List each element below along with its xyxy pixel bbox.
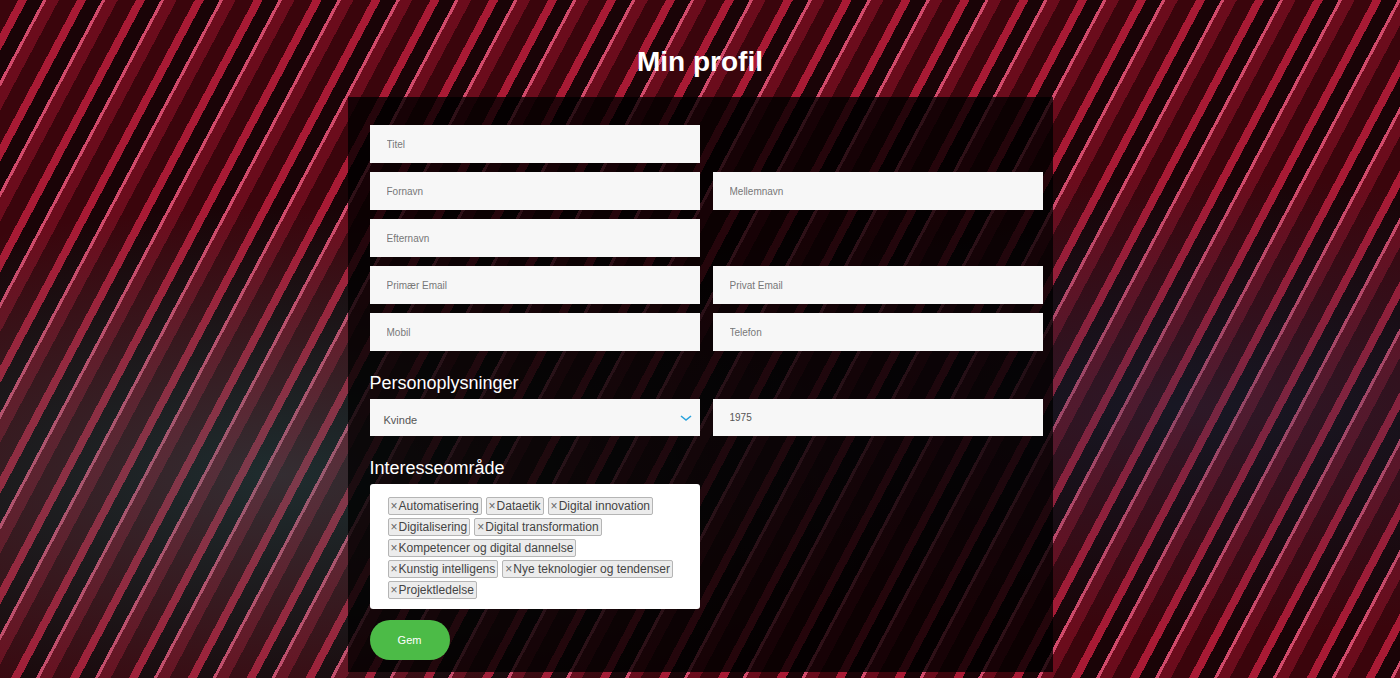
chevron-down-icon	[680, 414, 692, 422]
interest-tag: ×Nye teknologier og tendenser	[502, 560, 673, 578]
text-field[interactable]	[370, 125, 700, 163]
text-field[interactable]	[370, 313, 700, 351]
remove-tag-button[interactable]: ×	[505, 562, 512, 576]
interest-tag: ×Automatisering	[388, 497, 482, 515]
remove-tag-button[interactable]: ×	[391, 499, 398, 513]
personal-heading: Personoplysninger	[370, 372, 1031, 394]
gender-select[interactable]: Kvinde	[370, 399, 700, 436]
interest-tag: ×Kompetencer og digital dannelse	[388, 539, 577, 557]
remove-tag-button[interactable]: ×	[391, 562, 398, 576]
interest-tag: ×Digital transformation	[474, 518, 601, 536]
profile-form: PersonoplysningerKvindeInteresseområde×A…	[348, 97, 1053, 672]
field-row	[370, 172, 1031, 210]
tag-label: Digital transformation	[485, 520, 598, 534]
tag-label: Projektledelse	[399, 583, 474, 597]
remove-tag-button[interactable]: ×	[477, 520, 484, 534]
tag-label: Digital innovation	[559, 499, 650, 513]
tag-label: Kompetencer og digital dannelse	[399, 541, 574, 555]
interests-heading: Interesseområde	[370, 457, 1031, 479]
interests-box[interactable]: ×Automatisering×Dataetik×Digital innovat…	[370, 484, 700, 609]
text-field[interactable]	[713, 266, 1043, 304]
tag-label: Digitalisering	[399, 520, 468, 534]
field-row	[370, 266, 1031, 304]
tag-label: Dataetik	[497, 499, 541, 513]
remove-tag-button[interactable]: ×	[489, 499, 496, 513]
interest-tag: ×Digitalisering	[388, 518, 471, 536]
interest-tag: ×Kunstig intelligens	[388, 560, 499, 578]
text-field[interactable]	[713, 313, 1043, 351]
interest-tag: ×Digital innovation	[548, 497, 653, 515]
page-title: Min profil	[0, 44, 1400, 80]
tag-label: Kunstig intelligens	[399, 562, 496, 576]
interest-tag: ×Dataetik	[486, 497, 544, 515]
text-field[interactable]	[370, 266, 700, 304]
gender-value: Kvinde	[384, 410, 418, 426]
remove-tag-button[interactable]: ×	[391, 520, 398, 534]
tag-label: Automatisering	[399, 499, 479, 513]
birth-year-field[interactable]	[713, 399, 1043, 436]
field-row	[370, 313, 1031, 351]
personal-row: Kvinde	[370, 399, 1031, 436]
profile-page: Min profil Personoplysninger Kvinde Interes…	[0, 0, 1400, 678]
tag-label: Nye teknologier og tendenser	[513, 562, 670, 576]
actions: Gem	[370, 620, 1031, 660]
remove-tag-button[interactable]: ×	[551, 499, 558, 513]
remove-tag-button[interactable]: ×	[391, 583, 398, 597]
field-row	[370, 219, 1031, 257]
text-field[interactable]	[370, 219, 700, 257]
remove-tag-button[interactable]: ×	[391, 541, 398, 555]
interest-tag: ×Projektledelse	[388, 581, 477, 599]
text-field[interactable]	[370, 172, 700, 210]
text-field[interactable]	[713, 172, 1043, 210]
save-button[interactable]: Gem	[370, 620, 450, 660]
field-row	[370, 125, 1031, 163]
